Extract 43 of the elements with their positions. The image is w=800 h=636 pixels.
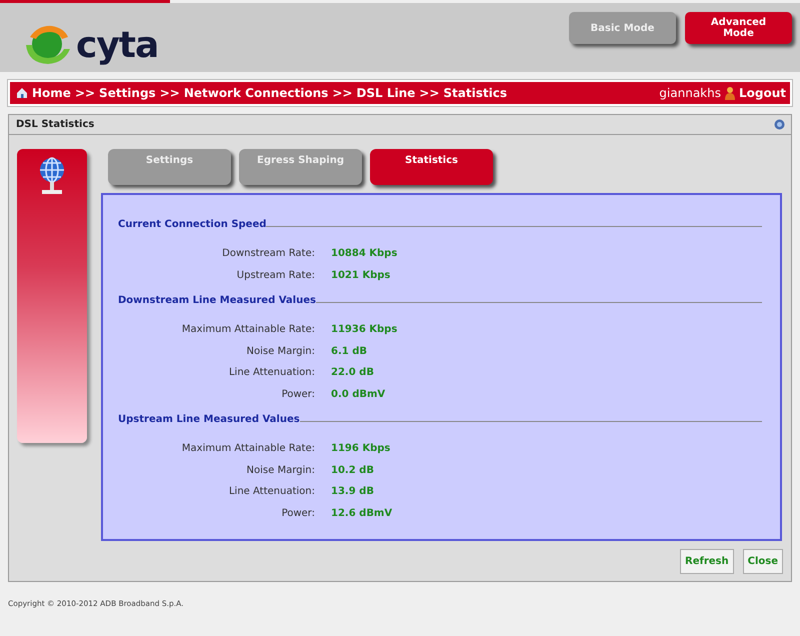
field-label: Upstream Rate: (236, 268, 315, 283)
field-label: Maximum Attainable Rate: (180, 442, 315, 456)
action-button[interactable]: Close (742, 549, 783, 574)
panel-title: DSL Statistics (16, 118, 94, 132)
breadcrumb-link[interactable]: Settings (99, 84, 156, 102)
breadcrumb-link[interactable]: DSL Line (356, 84, 416, 102)
field-label: Noise Margin: (246, 344, 315, 359)
breadcrumb-separator: >> (74, 85, 96, 102)
logo-text: cyta (76, 28, 158, 64)
username: giannakhs (659, 85, 721, 102)
field-label: Line Attenuation: (228, 366, 315, 380)
user-icon (724, 86, 735, 100)
breadcrumb-link[interactable]: Home (32, 84, 71, 102)
breadcrumb-separator: >> (332, 85, 352, 102)
field-label: Downstream Rate: (221, 247, 315, 262)
section-title: Downstream Line Measured Values (118, 294, 316, 308)
field-label: Maximum Attainable Rate: (180, 323, 315, 338)
field-label: Noise Margin: (246, 464, 315, 478)
field-value: 6.1 dB (330, 344, 367, 359)
field-value: 1021 Kbps (330, 268, 390, 283)
tab[interactable]: Statistics (370, 149, 493, 185)
breadcrumb-separator: >> (160, 85, 180, 102)
field-value: 12.6 dBmV (330, 506, 392, 521)
action-button[interactable]: Refresh (680, 549, 734, 574)
logout-link[interactable]: Logout (738, 84, 786, 102)
section-title: Current Connection Speed (118, 218, 266, 232)
breadcrumb-link[interactable]: Network Connections (184, 84, 328, 102)
breadcrumb-link[interactable]: Statistics (443, 84, 507, 102)
field-label: Power: (280, 506, 315, 521)
field-value: 13.9 dB (330, 485, 374, 500)
mode-button[interactable]: Advanced Mode (685, 12, 792, 44)
field-value: 22.0 dB (330, 366, 374, 380)
field-value: 0.0 dBmV (330, 388, 386, 402)
field-value: 11936 Kbps (330, 323, 398, 338)
breadcrumb-separator: >> (419, 85, 440, 102)
field-value: 10.2 dB (330, 464, 374, 478)
section-title: Upstream Line Measured Values (118, 413, 300, 427)
field-value: 10884 Kbps (330, 247, 398, 262)
field-label: Power: (280, 388, 315, 402)
field-label: Line Attenuation: (228, 485, 315, 500)
field-value: 1196 Kbps (330, 442, 390, 456)
globe-network-icon (38, 157, 66, 197)
home-icon[interactable] (16, 87, 28, 99)
